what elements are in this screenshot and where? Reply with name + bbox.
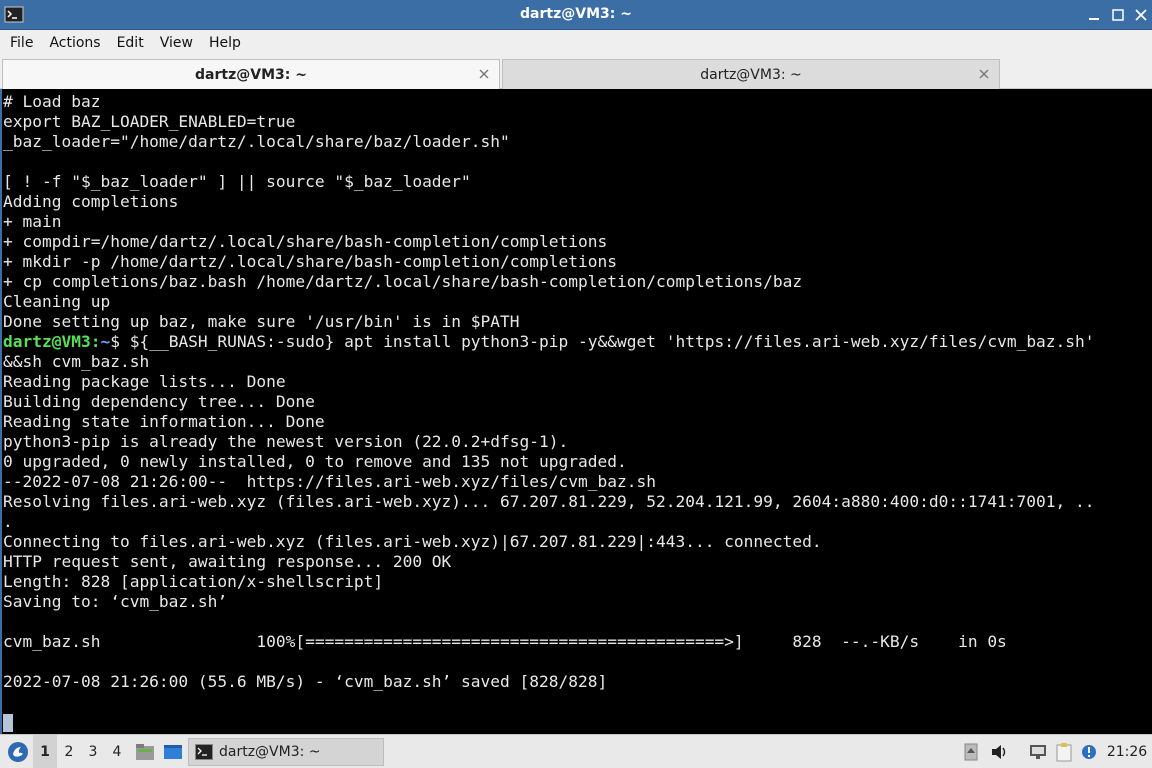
terminal-line: python3-pip is already the newest versio… — [3, 432, 569, 451]
terminal-line: Connecting to files.ari-web.xyz (files.a… — [3, 532, 822, 551]
taskbar: 1 2 3 4 dartz@VM3: ~ 21:26 — [0, 734, 1152, 768]
minimize-icon[interactable] — [1084, 5, 1104, 25]
tray-up-arrow-icon[interactable] — [962, 735, 980, 768]
tab-close-icon[interactable] — [477, 67, 491, 81]
terminal-cursor-line — [3, 712, 1095, 732]
tab-close-icon[interactable] — [977, 67, 991, 81]
terminal-line: Adding completions — [3, 192, 179, 211]
terminal-line: # Load baz — [3, 92, 101, 111]
tab-label: dartz@VM3: ~ — [195, 66, 307, 83]
terminal-line: Done setting up baz, make sure '/usr/bin… — [3, 312, 520, 331]
task-label: dartz@VM3: ~ — [219, 744, 321, 760]
menu-actions[interactable]: Actions — [41, 30, 108, 57]
workspace-2[interactable]: 2 — [57, 735, 81, 768]
taskbar-terminal-button[interactable]: dartz@VM3: ~ — [188, 738, 384, 766]
terminal-line: &&sh cvm_baz.sh — [3, 352, 150, 371]
notification-icon[interactable] — [1079, 735, 1099, 768]
terminal-line: _baz_loader="/home/dartz/.local/share/ba… — [3, 132, 510, 151]
text-cursor — [3, 713, 13, 732]
terminal-line: Saving to: ‘cvm_baz.sh’ — [3, 592, 228, 611]
terminal-line: Reading package lists... Done — [3, 372, 286, 391]
terminal-line: . — [3, 512, 13, 531]
volume-icon[interactable] — [989, 735, 1011, 768]
terminal-task-icon — [195, 744, 213, 760]
terminal-line: [ ! -f "$_baz_loader" ] || source "$_baz… — [3, 172, 471, 191]
terminal-text: # Load baz export BAZ_LOADER_ENABLED=true… — [3, 92, 1095, 732]
start-menu-icon[interactable] — [4, 735, 32, 768]
window-titlebar[interactable]: dartz@VM3: ~ — [0, 0, 1152, 30]
menu-bar: File Actions Edit View Help — [0, 30, 1152, 57]
terminal-line: 0 upgraded, 0 newly installed, 0 to remo… — [3, 452, 627, 471]
clock[interactable]: 21:26 — [1106, 735, 1148, 768]
maximize-icon[interactable] — [1108, 5, 1128, 25]
terminal-line: + main — [3, 212, 62, 231]
terminal-output[interactable]: # Load baz export BAZ_LOADER_ENABLED=true… — [0, 89, 1152, 734]
terminal-line: --2022-07-08 21:26:00-- https://files.ar… — [3, 472, 656, 491]
terminal-line: cvm_baz.sh 100%[========================… — [3, 632, 1007, 651]
menu-file[interactable]: File — [2, 30, 41, 57]
menu-help[interactable]: Help — [201, 30, 249, 57]
show-desktop-icon[interactable] — [161, 735, 185, 768]
terminal-line: Cleaning up — [3, 292, 111, 311]
file-manager-icon[interactable] — [133, 735, 157, 768]
prompt-user: dartz@VM3 — [3, 332, 91, 351]
prompt-path: ~ — [100, 332, 111, 351]
terminal-line: Reading state information... Done — [3, 412, 325, 431]
terminal-line: + cp completions/baz.bash /home/dartz/.l… — [3, 272, 803, 291]
terminal-line: + mkdir -p /home/dartz/.local/share/bash… — [3, 252, 617, 271]
terminal-line: + compdir=/home/dartz/.local/share/bash-… — [3, 232, 608, 251]
terminal-prompt-line: dartz@VM3:~$ ${__BASH_RUNAS:-sudo} apt i… — [3, 332, 1095, 352]
terminal-line: Building dependency tree... Done — [3, 392, 315, 411]
terminal-line: Length: 828 [application/x-shellscript] — [3, 572, 384, 591]
tab-1[interactable]: dartz@VM3: ~ — [2, 59, 500, 89]
workspace-4[interactable]: 4 — [105, 735, 129, 768]
tab-bar: dartz@VM3: ~ dartz@VM3: ~ — [0, 57, 1152, 89]
terminal-line: 2022-07-08 21:26:00 (55.6 MB/s) - ‘cvm_b… — [3, 672, 608, 691]
prompt-command: $ ${__BASH_RUNAS:-sudo} apt install pyth… — [110, 332, 1095, 351]
terminal-line: export BAZ_LOADER_ENABLED=true — [3, 112, 296, 131]
terminal-line: HTTP request sent, awaiting response... … — [3, 552, 452, 571]
network-icon[interactable] — [1027, 735, 1049, 768]
window-title: dartz@VM3: ~ — [520, 6, 632, 22]
menu-edit[interactable]: Edit — [109, 30, 152, 57]
terminal-line: Resolving files.ari-web.xyz (files.ari-w… — [3, 492, 1095, 511]
menu-view[interactable]: View — [152, 30, 201, 57]
workspace-1[interactable]: 1 — [33, 735, 57, 768]
tab-2[interactable]: dartz@VM3: ~ — [502, 59, 1000, 89]
prompt-separator: : — [90, 332, 101, 351]
workspace-3[interactable]: 3 — [81, 735, 105, 768]
tab-label: dartz@VM3: ~ — [700, 66, 802, 83]
clipboard-icon[interactable] — [1053, 735, 1075, 768]
close-icon[interactable] — [1131, 5, 1151, 25]
